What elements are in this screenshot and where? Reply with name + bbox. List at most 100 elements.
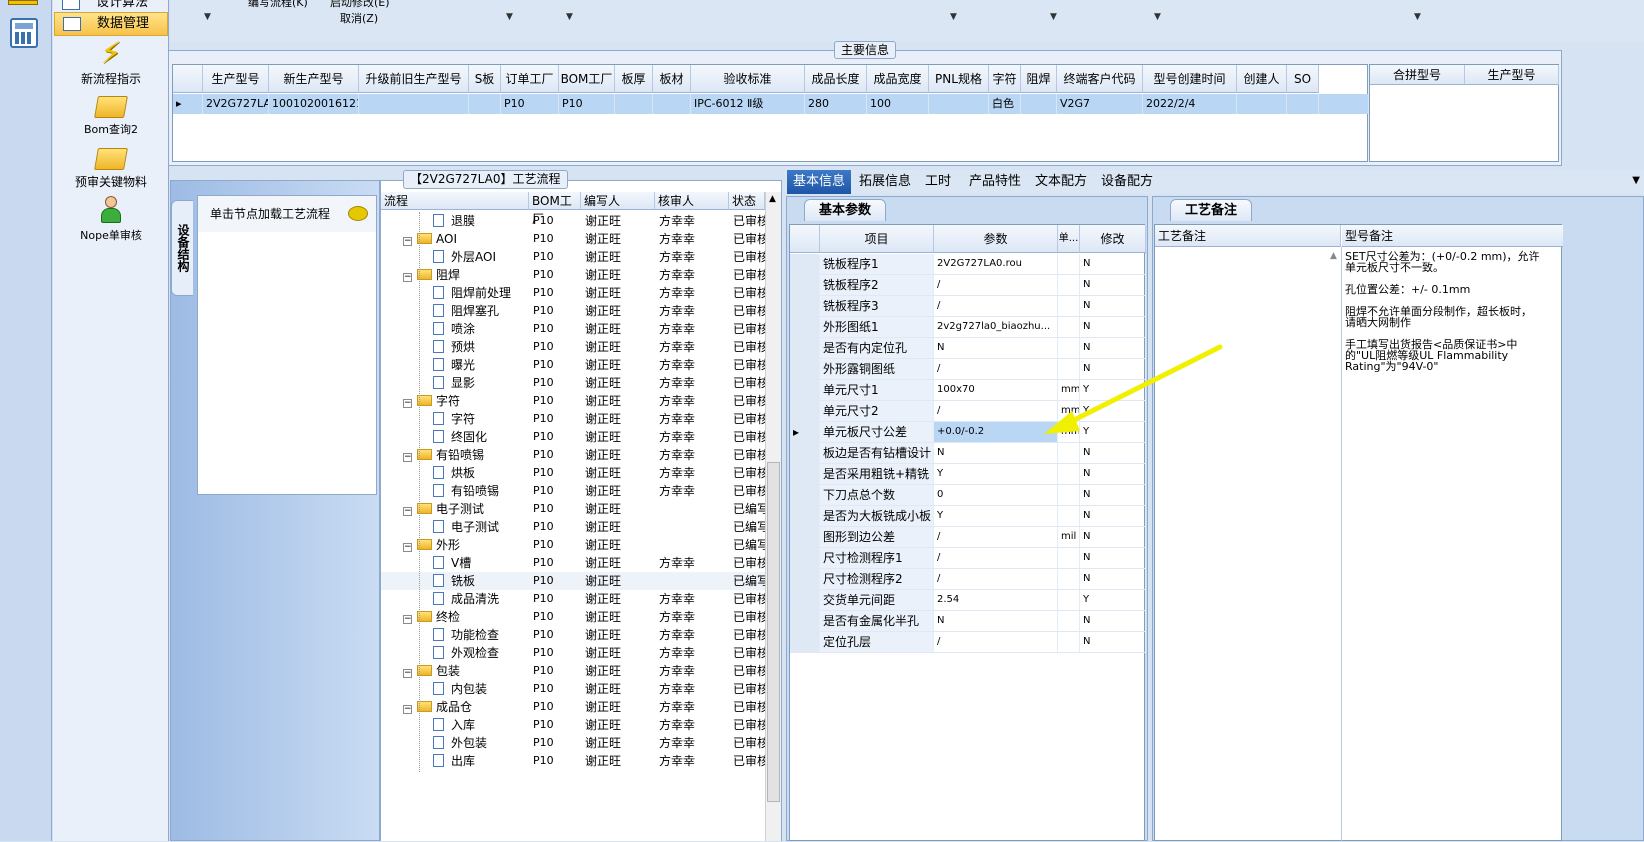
tree-row[interactable]: 字符 P10 谢正旺 方幸幸 已审核 [381,410,765,428]
param-row[interactable]: 图形到边公差 / mil N [790,527,1146,548]
param-param-cell[interactable]: Y [934,506,1058,526]
param-mod-cell[interactable]: N [1080,632,1146,652]
tree-node[interactable]: 内包装 [433,680,487,698]
table-cell[interactable]: P10 [559,94,615,114]
tree-node[interactable]: 出库 [433,752,475,770]
param-unit-cell[interactable] [1058,464,1080,484]
tree-row[interactable]: 预烘 P10 谢正旺 方幸幸 已审核 [381,338,765,356]
table-cell[interactable]: 10010200161211 [269,94,359,114]
tree-node[interactable]: 退膜 [433,212,475,230]
param-unit-cell[interactable] [1058,569,1080,589]
param-param-cell[interactable]: 2.54 [934,590,1058,610]
column-header[interactable]: 板材 [653,65,691,93]
tree-node[interactable]: − AOI [403,230,457,248]
table-cell[interactable]: 2022/2/4 [1143,94,1237,114]
tree-row[interactable]: − 字符 P10 谢正旺 方幸幸 已审核 [381,392,765,410]
param-param-cell[interactable]: / [934,569,1058,589]
param-mod-cell[interactable]: N [1080,569,1146,589]
param-row[interactable]: 铣板程序2/ N [790,275,1146,296]
param-unit-cell[interactable] [1058,254,1080,274]
column-header[interactable]: 型号创建时间 [1143,65,1237,93]
tree-row[interactable]: 退膜 P10 谢正旺 方幸幸 已审核 [381,212,765,230]
table-cell[interactable]: V2G7 [1057,94,1143,114]
tree-row[interactable]: 出库 P10 谢正旺 方幸幸 已审核 [381,752,765,770]
table-cell[interactable]: P10 [501,94,559,114]
tree-row[interactable]: 内包装 P10 谢正旺 方幸幸 已审核 [381,680,765,698]
column-header[interactable]: 升级前旧生产型号 [359,65,469,93]
table-cell[interactable]: 白色 [989,94,1021,114]
tree-row[interactable]: 喷涂 P10 谢正旺 方幸幸 已审核 [381,320,765,338]
tab-4[interactable]: 文本配方 [1029,170,1093,194]
table-cell[interactable] [929,94,989,114]
tree-node[interactable]: − 成品仓 [403,698,472,716]
calculator-icon[interactable] [10,18,38,48]
param-row[interactable]: 尺寸检测程序2/ N [790,569,1146,590]
column-header[interactable]: 单... [1058,225,1080,253]
param-param-cell[interactable]: 2V2G727LA0.rou [934,254,1058,274]
edit-process-menu[interactable]: 编写流程(K) [248,0,308,10]
param-unit-cell[interactable]: mil [1058,527,1080,547]
table-cell[interactable] [469,94,501,114]
param-param-cell[interactable]: / [934,548,1058,568]
column-header[interactable]: 流程 [381,192,529,210]
tree-row[interactable]: 阻焊前处理 P10 谢正旺 方幸幸 已审核 [381,284,765,302]
tree-row[interactable]: − 终检 P10 谢正旺 方幸幸 已审核 [381,608,765,626]
param-row[interactable]: 下刀点总个数 0 N [790,485,1146,506]
param-unit-cell[interactable] [1058,275,1080,295]
param-mod-cell[interactable]: N [1080,275,1146,295]
param-mod-cell[interactable]: N [1080,296,1146,316]
column-header[interactable]: 成品长度 [805,65,867,93]
column-header[interactable]: 字符 [989,65,1021,93]
param-unit-cell[interactable] [1058,485,1080,505]
tab-0[interactable]: 基本信息 [787,170,852,194]
tab-dropdown-icon[interactable]: ▼ [1632,175,1640,186]
tree-row[interactable]: 功能检查 P10 谢正旺 方幸幸 已审核 [381,626,765,644]
calendar-icon[interactable] [8,0,38,5]
column-header[interactable]: 板厚 [615,65,653,93]
param-row[interactable]: 铣板程序1 2V2G727LA0.rou N [790,254,1146,275]
process-scrollbar[interactable]: ▲ [765,192,781,841]
collapse-icon[interactable]: − [403,615,412,624]
tree-node[interactable]: − 外形 [403,536,460,554]
tree-node[interactable]: 终固化 [433,428,487,446]
dropdown-arrow-icon[interactable]: ▼ [204,12,211,22]
table-cell[interactable] [615,94,653,114]
tree-row[interactable]: − AOI P10 谢正旺 方幸幸 已审核 [381,230,765,248]
table-cell[interactable] [653,94,691,114]
tab-3[interactable]: 产品特性 [963,170,1027,194]
param-unit-cell[interactable] [1058,317,1080,337]
param-mod-cell[interactable]: Y [1080,590,1146,610]
param-param-cell[interactable]: Y [934,464,1058,484]
tree-node[interactable]: 入库 [433,716,475,734]
param-param-cell[interactable]: / [934,296,1058,316]
tree-node[interactable]: 外观检查 [433,644,499,662]
param-param-cell[interactable]: / [934,275,1058,295]
load-process-hint[interactable]: 单击节点加载工艺流程 [198,196,376,232]
cancel-menu[interactable]: 取消(Z) [340,10,378,26]
tree-row[interactable]: − 包装 P10 谢正旺 方幸幸 已审核 [381,662,765,680]
tree-row[interactable]: − 阻焊 P10 谢正旺 方幸幸 已审核 [381,266,765,284]
tree-node[interactable]: 喷涂 [433,320,475,338]
tab-process-remarks[interactable]: 工艺备注 [1170,199,1253,221]
param-mod-cell[interactable]: N [1080,611,1146,631]
param-row[interactable]: 定位孔层 / N [790,632,1146,653]
tree-node[interactable]: 字符 [433,410,475,428]
tree-node[interactable]: − 电子测试 [403,500,484,518]
param-unit-cell[interactable] [1058,632,1080,652]
param-row[interactable]: 是否为大板铣成小板 Y N [790,506,1146,527]
tree-node[interactable]: − 终检 [403,608,460,626]
tool-nope-review[interactable]: Nope单审核 [54,196,168,243]
tree-row[interactable]: − 电子测试 P10 谢正旺 已编写 [381,500,765,518]
collapse-icon[interactable]: − [403,237,412,246]
collapse-icon[interactable]: − [403,507,412,516]
tree-node[interactable]: 电子测试 [433,518,499,536]
collapse-icon[interactable]: − [403,399,412,408]
dropdown-arrow-icon[interactable]: ▼ [1414,12,1421,22]
table-cell[interactable]: 2V2G727LA0 [203,94,269,114]
param-mod-cell[interactable]: N [1080,443,1146,463]
param-unit-cell[interactable] [1058,590,1080,610]
tool-new-process[interactable]: ⚡ 新流程指示 [54,38,168,87]
param-row[interactable]: 是否有金属化半孔 N N [790,611,1146,632]
tree-node[interactable]: 成品清洗 [433,590,499,608]
param-mod-cell[interactable]: N [1080,485,1146,505]
